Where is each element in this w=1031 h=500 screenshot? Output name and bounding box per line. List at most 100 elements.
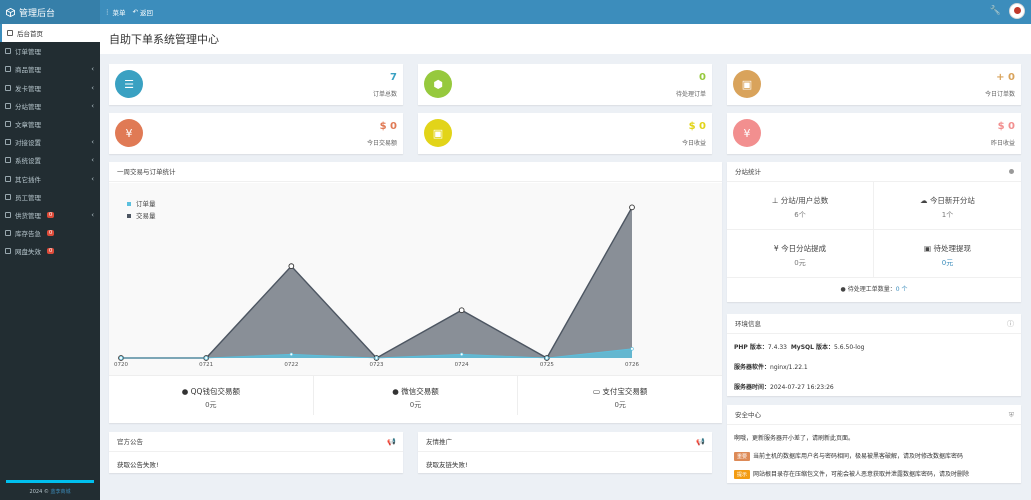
legend-swatch-orders bbox=[127, 202, 131, 206]
sidebar-item[interactable]: 员工管理 bbox=[0, 188, 100, 206]
security-item-1: 重要 当前主机的数据库用户名与密码相同，极易被黑客破解，请及时修改数据库密码 bbox=[734, 451, 963, 461]
sidebar-item[interactable]: 后台首页 bbox=[0, 24, 100, 43]
x-tick-label: 0720 bbox=[114, 362, 128, 368]
bullhorn-icon: 📢 bbox=[387, 438, 396, 446]
sidebar-item-label: 发卡管理 bbox=[15, 84, 41, 93]
data-point[interactable] bbox=[458, 307, 465, 314]
pay-wechat-label: 微信交易额 bbox=[401, 387, 439, 396]
sidebar-item[interactable]: 对接设置 ‹ bbox=[0, 133, 100, 151]
sub-new: ☁ 今日新开分站 1个 bbox=[874, 182, 1021, 230]
sidebar-item[interactable]: 系统设置 ‹ bbox=[0, 151, 100, 169]
stat-value: 7 bbox=[390, 72, 397, 83]
yen-icon: ¥ bbox=[115, 119, 143, 147]
sub-total: ⊥ 分站/用户总数 6个 bbox=[727, 182, 874, 230]
comment-icon: ● bbox=[840, 286, 846, 293]
pending-value[interactable]: 0 个 bbox=[896, 286, 908, 293]
security-title: 安全中心 bbox=[735, 411, 761, 419]
pay-qq-label: QQ钱包交易额 bbox=[190, 387, 240, 396]
tag-important: 重要 bbox=[734, 452, 751, 461]
menu-icon bbox=[5, 175, 11, 182]
menu-icon bbox=[7, 30, 13, 37]
x-tick-label: 0723 bbox=[370, 362, 384, 368]
security-box: 安全中心 ⛨ 啊哦，更新服务器开小差了，请刷新此页面。 重要 当前主机的数据库用户名… bbox=[727, 405, 1021, 483]
sidebar-item[interactable]: 订单管理 bbox=[0, 42, 100, 60]
data-point[interactable] bbox=[545, 356, 549, 360]
stat-label: 订单总数 bbox=[372, 91, 397, 98]
data-point[interactable] bbox=[630, 347, 634, 351]
data-point[interactable] bbox=[374, 356, 379, 360]
time-label: 服务器时间： bbox=[734, 384, 771, 391]
data-point[interactable] bbox=[459, 352, 464, 357]
sidebar-item[interactable]: 分站管理 ‹ bbox=[0, 97, 100, 115]
wechat-icon: ● bbox=[392, 387, 399, 396]
stat-label: 昨日收益 bbox=[990, 140, 1015, 147]
wrench-icon[interactable]: 🔧 bbox=[990, 6, 1001, 16]
stat-card: ⬢ 0 待处理订单 bbox=[418, 64, 712, 105]
pay-qq: ● QQ钱包交易额 0元 bbox=[109, 376, 314, 415]
menu-icon bbox=[5, 66, 11, 73]
bullhorn-icon: 📢 bbox=[696, 438, 705, 446]
menu-toggle-button[interactable]: ⋮ 菜单 bbox=[104, 7, 126, 17]
data-point[interactable] bbox=[119, 356, 123, 360]
collapse-icon[interactable] bbox=[1009, 162, 1014, 182]
menu-icon bbox=[5, 230, 11, 237]
sub-commission: ¥ 今日分站提成 0元 bbox=[727, 230, 874, 278]
sidebar-item[interactable]: 供货管理 0 ‹ bbox=[0, 206, 100, 224]
env-server: 服务器软件：nginx/1.22.1 bbox=[734, 362, 808, 371]
sidebar-footer: 2024 © 蓝李商城 bbox=[0, 476, 100, 500]
sidebar-item-badge: 0 bbox=[47, 211, 55, 218]
legend-label-volume: 交易量 bbox=[136, 212, 156, 220]
cube-icon bbox=[6, 7, 15, 17]
sidebar-item[interactable]: 商品管理 ‹ bbox=[0, 60, 100, 78]
app-logo[interactable]: 管理后台 bbox=[0, 0, 100, 24]
user-avatar[interactable] bbox=[1009, 3, 1025, 19]
briefcase-icon: ▣ bbox=[424, 119, 452, 147]
pending-label: 待处理工单数量： bbox=[847, 286, 896, 293]
tag-tip: 提示 bbox=[734, 470, 751, 479]
menu-label: 菜单 bbox=[112, 9, 126, 17]
stat-value: $ 0 bbox=[379, 121, 397, 132]
sidebar-item-label: 供货管理 bbox=[15, 211, 41, 220]
sidebar-item[interactable]: 其它插件 ‹ bbox=[0, 170, 100, 188]
chevron-left-icon: ‹ bbox=[91, 174, 94, 183]
legend-label-orders: 订单量 bbox=[136, 200, 156, 208]
data-point[interactable] bbox=[288, 263, 295, 269]
data-point[interactable] bbox=[289, 352, 294, 357]
sidebar-item[interactable]: 网盘失效 0 bbox=[0, 242, 100, 260]
sub-new-value: 1个 bbox=[941, 211, 954, 219]
page-header: 自助下单系统管理中心 bbox=[100, 24, 1031, 54]
sub-withdraw-value[interactable]: 0元 bbox=[874, 258, 1021, 268]
money-icon: ▣ bbox=[924, 244, 932, 253]
stat-label: 今日收益 bbox=[681, 140, 706, 147]
chart-legend: 订单量 交易量 bbox=[127, 198, 156, 222]
sidebar-item[interactable]: 文章管理 bbox=[0, 115, 100, 133]
env-title: 环境信息 bbox=[735, 320, 761, 328]
data-point[interactable] bbox=[204, 356, 208, 360]
stat-value: + 0 bbox=[996, 72, 1015, 83]
sidebar-item-label: 商品管理 bbox=[15, 66, 41, 75]
friends-body: 获取友链失败! bbox=[426, 461, 468, 469]
pay-qq-value: 0元 bbox=[205, 401, 217, 409]
sub-total-label: 分站/用户总数 bbox=[780, 196, 829, 205]
undo-icon: ↶ bbox=[132, 8, 138, 16]
chevron-left-icon: ‹ bbox=[91, 138, 94, 147]
sidebar-item-label: 分站管理 bbox=[15, 102, 41, 111]
menu-icon bbox=[5, 102, 11, 109]
server-label: 服务器软件： bbox=[734, 364, 771, 371]
data-point[interactable] bbox=[629, 204, 635, 211]
sub-commission-label: ¥ 今日分站提成 bbox=[773, 244, 827, 253]
credit-card-icon: ▭ bbox=[592, 387, 601, 396]
sidebar-item[interactable]: 库存告急 0 bbox=[0, 224, 100, 242]
footer-copyright: 2024 © 蓝李商城 bbox=[0, 488, 100, 495]
footer-site-link[interactable]: 蓝李商城 bbox=[50, 489, 70, 495]
sidebar-item-label: 其它插件 bbox=[15, 175, 41, 184]
sidebar-item[interactable]: 发卡管理 ‹ bbox=[0, 79, 100, 97]
chevron-left-icon: ‹ bbox=[91, 65, 94, 74]
briefcase-icon: ▣ bbox=[733, 70, 761, 98]
substation-title: 分站统计 bbox=[735, 168, 761, 176]
stat-card: ▣ + 0 今日订单数 bbox=[727, 64, 1021, 105]
back-button[interactable]: ↶ 返回 bbox=[133, 7, 153, 17]
env-box: 环境信息 ⓘ PHP 版本：7.4.33 MySQL 版本：5.6.50-log … bbox=[727, 314, 1021, 396]
qq-icon: ● bbox=[181, 387, 189, 396]
menu-icon bbox=[5, 139, 11, 146]
